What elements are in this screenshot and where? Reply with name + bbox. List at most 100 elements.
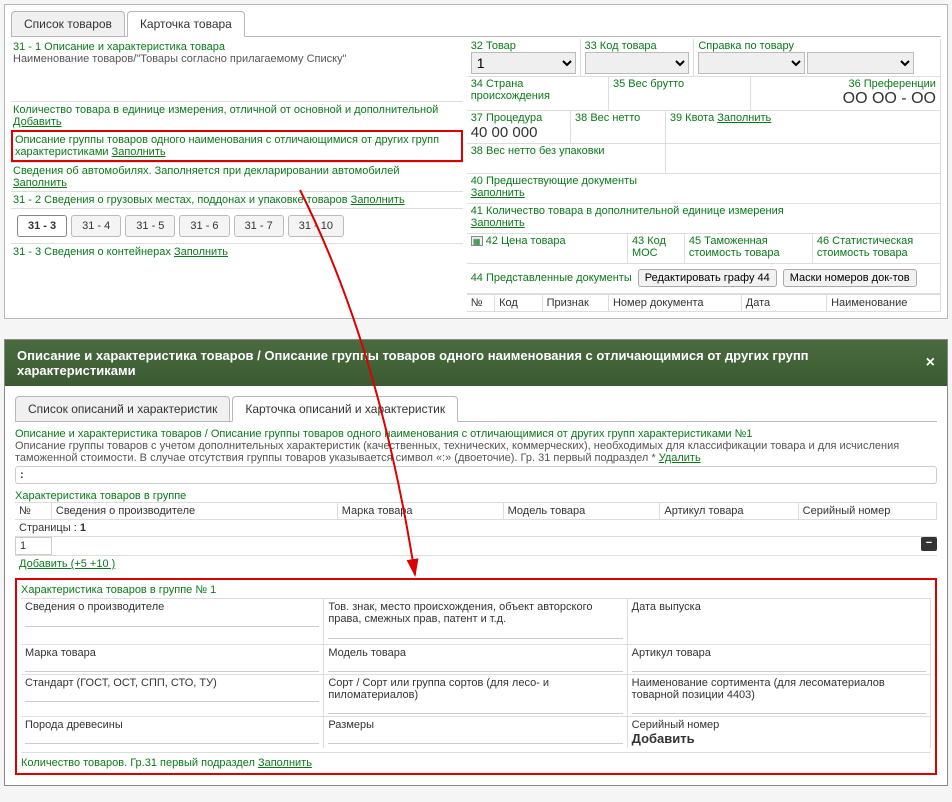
label-34: 34 Страна происхождения: [471, 78, 604, 102]
field-wood-label: Порода древесины: [25, 719, 319, 731]
top-panel: Список товаров Карточка товара 31 - 1 Оп…: [4, 4, 948, 319]
qty-goods-label: Количество товаров. Гр.31 первый подразд…: [21, 757, 255, 769]
field-assortment-label: Наименование сортимента (для лесоматериа…: [632, 677, 926, 701]
subtab-31-10[interactable]: 31 - 10: [288, 215, 344, 237]
mask-docnum-button[interactable]: Маски номеров док-тов: [783, 269, 917, 287]
tab-goods-list[interactable]: Список товаров: [11, 11, 125, 36]
calendar-icon[interactable]: ▦: [471, 236, 483, 246]
goods-name-label: Наименование товаров/"Товары согласно пр…: [13, 53, 346, 65]
cargo-fill-link[interactable]: Заполнить: [351, 194, 405, 206]
select-ref-2[interactable]: [807, 52, 914, 74]
field-sort-input[interactable]: [328, 701, 622, 714]
subtab-31-5[interactable]: 31 - 5: [125, 215, 175, 237]
label-42: ▦ 42 Цена товара: [471, 235, 623, 247]
dialog-title: Описание и характеристика товаров / Опис…: [17, 348, 926, 378]
label-43: 43 Код МОС: [632, 235, 680, 259]
field-trademark-label: Тов. знак, место происхождения, объект а…: [328, 601, 622, 625]
remove-row-button[interactable]: −: [921, 537, 937, 551]
section-31-1-title: 31 - 1 Описание и характеристика товара: [13, 41, 225, 53]
group-desc-fill[interactable]: Заполнить: [112, 146, 166, 158]
add-button-bold[interactable]: Добавить: [632, 731, 695, 746]
qty-extra-unit-fill[interactable]: Заполнить: [471, 217, 525, 229]
field-model-input[interactable]: [328, 659, 622, 672]
field-standard-input[interactable]: [25, 689, 319, 702]
containers-label: 31 - 3 Сведения о контейнерах: [13, 246, 171, 258]
containers-fill-link[interactable]: Заполнить: [174, 246, 228, 258]
prev-docs-fill[interactable]: Заполнить: [471, 187, 525, 199]
label-41: 41 Количество товара в дополнительной ед…: [471, 205, 936, 217]
label-45: 45 Таможенная стоимость товара: [689, 235, 808, 259]
dialog-close-button[interactable]: ×: [926, 354, 935, 372]
field-trademark-input[interactable]: [328, 625, 622, 639]
subtab-31-3[interactable]: 31 - 3: [17, 215, 67, 237]
group-char-table-header: № Сведения о производителе Марка товара …: [15, 502, 937, 520]
value-37: 40 00 000: [471, 124, 538, 141]
char-card-title: Характеристика товаров в группе № 1: [21, 584, 216, 596]
colon-value: :: [15, 466, 937, 484]
select-ref-1[interactable]: [698, 52, 805, 74]
tab-desc-card[interactable]: Карточка описаний и характеристик: [232, 396, 458, 422]
subtab-31-4[interactable]: 31 - 4: [71, 215, 121, 237]
top-tabs: Список товаров Карточка товара: [11, 11, 941, 37]
label-44: 44 Представленные документы: [471, 272, 632, 284]
field-article-input[interactable]: [632, 659, 926, 672]
pages-label: Страницы :: [19, 522, 77, 534]
char-card-highlight: Характеристика товаров в группе № 1 Свед…: [15, 578, 937, 775]
auto-info-label: Сведения об автомобилях. Заполняется при…: [13, 165, 399, 177]
field-producer-label: Сведения о производителе: [25, 601, 319, 613]
docs-table-header: № Код Признак Номер документа Дата Наиме…: [467, 294, 941, 312]
cargo-info-label: 31 - 2 Сведения о грузовых местах, поддо…: [13, 194, 348, 206]
qty-diff-unit-label: Количество товара в единице измерения, о…: [13, 104, 438, 116]
label-35: 35 Вес брутто: [613, 78, 746, 90]
dialog-desc-text: Описание группы товаров с учетом дополни…: [15, 440, 899, 464]
field-assortment-input[interactable]: [632, 701, 926, 714]
label-37: 37 Процедура: [471, 112, 566, 124]
left-column: 31 - 1 Описание и характеристика товара …: [11, 39, 467, 312]
field-size-label: Размеры: [328, 719, 622, 731]
label-38b: 38 Вес нетто без упаковки: [471, 145, 661, 157]
field-serial-label: Серийный номер: [632, 719, 926, 731]
dialog-header: Описание и характеристика товаров / Опис…: [5, 340, 947, 386]
field-wood-input[interactable]: [25, 731, 319, 744]
group-char-heading: Характеристика товаров в группе: [15, 490, 186, 502]
label-33: 33 Код товара: [585, 40, 690, 52]
section-31-subtabs: 31 - 3 31 - 4 31 - 5 31 - 6 31 - 7 31 - …: [13, 211, 461, 241]
add-row-link[interactable]: Добавить (+5 +10 ): [19, 558, 115, 570]
field-size-input[interactable]: [328, 731, 622, 744]
field-release-date-label: Дата выпуска: [632, 601, 926, 613]
tab-goods-card[interactable]: Карточка товара: [127, 11, 245, 37]
label-38: 38 Вес нетто: [575, 112, 661, 124]
field-model-label: Модель товара: [328, 647, 622, 659]
auto-fill-link[interactable]: Заполнить: [13, 177, 67, 189]
group-desc-highlight: Описание группы товаров одного наименова…: [11, 130, 463, 162]
add-link[interactable]: Добавить: [13, 116, 62, 128]
characteristics-dialog: Описание и характеристика товаров / Опис…: [4, 339, 948, 786]
value-36: ОО ОО - ОО: [843, 90, 936, 107]
label-32: 32 Товар: [471, 40, 576, 52]
qty-goods-fill[interactable]: Заполнить: [258, 757, 312, 769]
field-standard-label: Стандарт (ГОСТ, ОСТ, СПП, СТО, ТУ): [25, 677, 319, 689]
delete-link[interactable]: Удалить: [659, 452, 701, 464]
quota-fill-link[interactable]: Заполнить: [717, 112, 771, 124]
right-column: 32 Товар 1 33 Код товара Справка по това…: [467, 39, 941, 312]
label-40: 40 Предшествующие документы: [471, 175, 936, 187]
subtab-31-7[interactable]: 31 - 7: [234, 215, 284, 237]
label-ref: Справка по товару: [698, 40, 936, 52]
group-desc-label: Описание группы товаров одного наименова…: [15, 134, 439, 158]
field-sort-label: Сорт / Сорт или группа сортов (для лесо-…: [328, 677, 622, 701]
label-39: 39 Квота Заполнить: [670, 112, 936, 124]
select-33-code[interactable]: [585, 52, 690, 74]
field-producer-input[interactable]: [25, 613, 319, 627]
current-page: 1: [80, 522, 86, 534]
row-number: 1: [15, 537, 52, 555]
field-brand-label: Марка товара: [25, 647, 319, 659]
edit-44-button[interactable]: Редактировать графу 44: [638, 269, 777, 287]
subtab-31-6[interactable]: 31 - 6: [179, 215, 229, 237]
select-32-goods[interactable]: 1: [471, 52, 576, 74]
label-46: 46 Статистическая стоимость товара: [817, 235, 936, 259]
label-36: 36 Преференции: [755, 78, 936, 90]
field-article-label: Артикул товара: [632, 647, 926, 659]
dialog-title-line: Описание и характеристика товаров / Опис…: [15, 428, 753, 440]
tab-desc-list[interactable]: Список описаний и характеристик: [15, 396, 230, 421]
field-brand-input[interactable]: [25, 659, 319, 672]
